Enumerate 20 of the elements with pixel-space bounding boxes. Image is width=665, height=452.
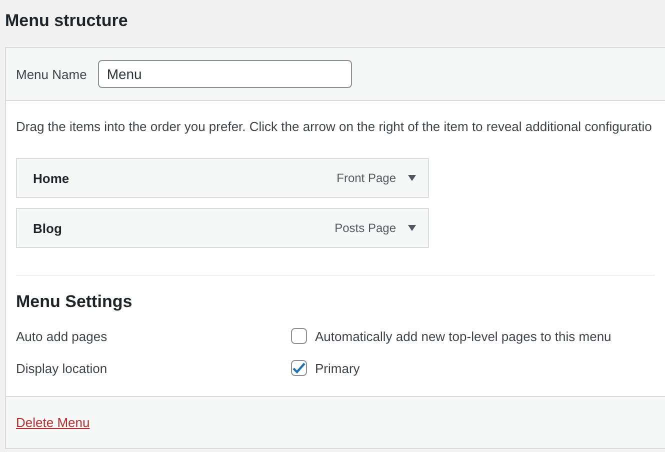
checkbox-label: Primary [315, 360, 360, 376]
instruction-text: Drag the items into the order you prefer. Click the arrow on the right of the item to reveal additional configuratio [16, 118, 653, 134]
item-title: Home [33, 170, 70, 186]
checkbox[interactable] [291, 360, 307, 376]
caret-icon[interactable] [408, 225, 416, 231]
menu-item[interactable]: Blog Posts Page [16, 208, 429, 248]
setting-label: Auto add pages [16, 328, 108, 344]
item-title: Blog [33, 220, 63, 236]
checkbox[interactable] [291, 328, 307, 344]
setting-label: Display location [16, 360, 108, 376]
settings-heading: Menu Settings [16, 291, 134, 313]
section-title: Menu structure [4, 10, 129, 32]
checkbox-label: Automatically add new top-level pages to this menu [315, 328, 612, 344]
menu-name-field[interactable]: Menu [98, 60, 352, 88]
item-type: Posts Page [334, 221, 396, 235]
item-type: Front Page [336, 171, 396, 185]
delete-menu-link[interactable]: Delete Menu [16, 415, 90, 430]
menu-item[interactable]: Home Front Page [16, 158, 429, 198]
caret-icon[interactable] [408, 175, 416, 181]
field-label: Menu Name [16, 66, 87, 82]
